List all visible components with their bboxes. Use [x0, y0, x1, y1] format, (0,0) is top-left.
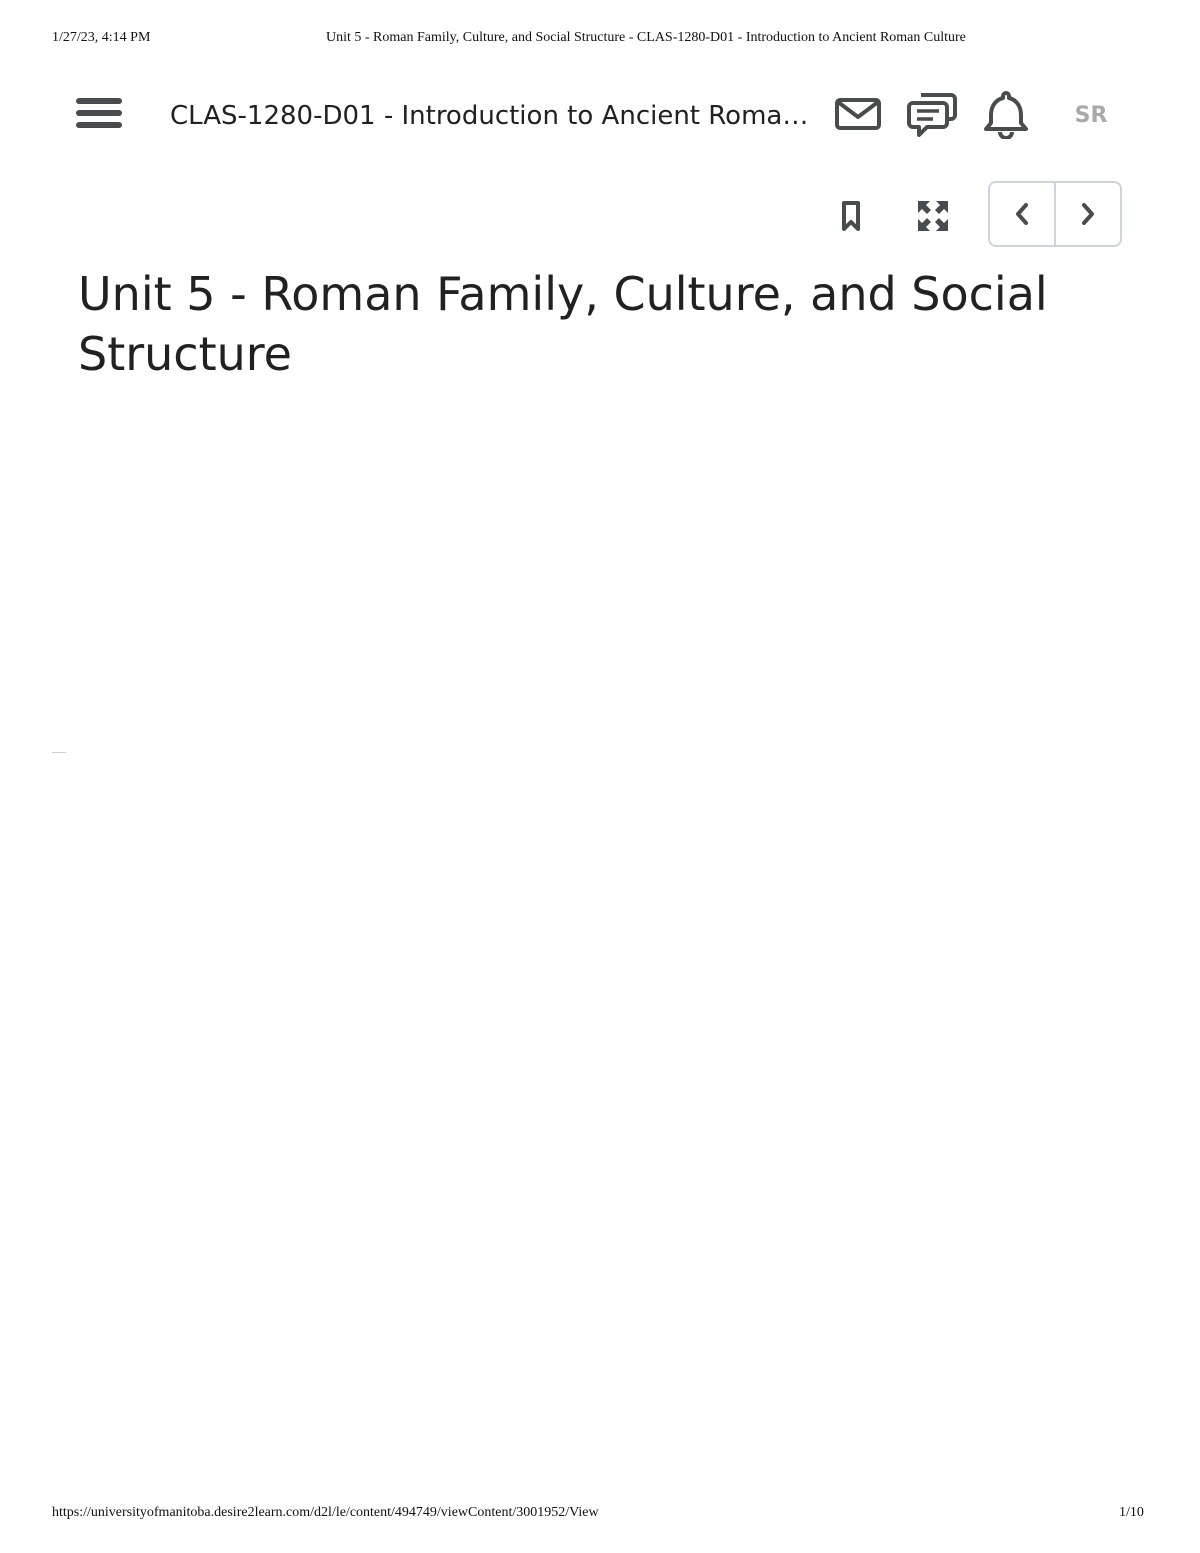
chevron-left-icon: [1016, 203, 1028, 225]
chat-icon[interactable]: [906, 88, 958, 140]
fullscreen-icon[interactable]: [911, 194, 955, 238]
previous-topic-button[interactable]: [990, 183, 1054, 245]
print-footer-url: https://universityofmanitoba.desire2lear…: [52, 1505, 599, 1520]
divider: [52, 752, 66, 753]
bookmark-icon[interactable]: [829, 194, 873, 238]
next-topic-button[interactable]: [1054, 183, 1120, 245]
user-avatar[interactable]: SR: [1062, 96, 1120, 136]
print-datetime: 1/27/23, 4:14 PM: [52, 30, 151, 45]
topic-pager: [988, 181, 1122, 247]
page-title: Unit 5 - Roman Family, Culture, and Soci…: [78, 267, 1048, 381]
print-header-title: Unit 5 - Roman Family, Culture, and Soci…: [326, 30, 966, 45]
bell-icon[interactable]: [980, 88, 1032, 140]
print-page-number: 1/10: [1119, 1505, 1144, 1520]
hamburger-menu-icon[interactable]: [76, 98, 122, 132]
mail-icon[interactable]: [832, 88, 884, 140]
course-title[interactable]: CLAS-1280-D01 - Introduction to Ancient …: [170, 96, 820, 136]
chevron-right-icon: [1082, 203, 1094, 225]
